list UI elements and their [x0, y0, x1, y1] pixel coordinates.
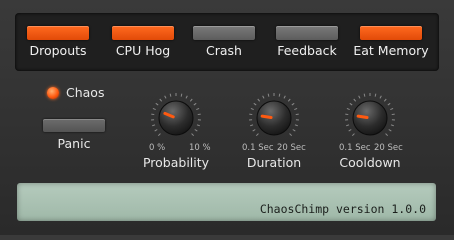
crash-toggle[interactable]	[193, 26, 255, 40]
knob-tick	[387, 102, 391, 106]
knob-tick	[348, 129, 352, 132]
knob-tick	[358, 95, 361, 99]
knob-tick	[363, 93, 366, 97]
cooldown-min-label: 0.1 Sec	[339, 143, 371, 153]
knob-tick	[250, 124, 254, 127]
knob-graphic	[151, 93, 201, 137]
knob-tick	[289, 133, 293, 137]
knob-tick	[383, 98, 387, 102]
panic-label: Panic	[57, 136, 91, 151]
duration-knob[interactable]	[244, 88, 304, 148]
knob-tick	[255, 133, 259, 137]
knob-tick	[152, 124, 156, 127]
knob-tick	[169, 93, 172, 97]
knob-tick	[374, 93, 377, 97]
knob-tick	[180, 93, 183, 97]
knob-tick	[283, 95, 286, 99]
cooldown-label: Cooldown	[339, 155, 401, 170]
knob-tick	[154, 129, 158, 132]
crash-label: Crash	[206, 43, 242, 58]
knob-body	[158, 100, 194, 136]
knob-tick	[346, 107, 350, 111]
knob-tick	[294, 107, 298, 111]
knob-tick	[193, 102, 197, 106]
chaos-label: Chaos	[66, 85, 105, 100]
knob-tick	[252, 129, 256, 132]
knob-tick	[379, 95, 382, 99]
knob-tick	[185, 95, 188, 99]
knob-tick	[278, 93, 281, 97]
knob-tick	[349, 102, 353, 106]
knob-tick	[291, 102, 295, 106]
knob-tick	[390, 124, 394, 127]
duration-min-label: 0.1 Sec	[242, 143, 274, 153]
knob-tick	[191, 133, 195, 137]
knob-body	[256, 100, 292, 136]
knob-indicator	[260, 114, 273, 120]
knob-tick	[388, 129, 392, 132]
knob-body	[352, 100, 388, 136]
eat-memory-toggle[interactable]	[360, 26, 422, 40]
cpu-hog-label: CPU Hog	[115, 43, 171, 58]
probability-max-label: 10 %	[189, 143, 211, 153]
dropouts-label: Dropouts	[29, 43, 87, 58]
knob-tick	[287, 98, 291, 102]
knob-tick	[385, 133, 389, 137]
panic-button[interactable]	[43, 119, 105, 132]
knob-tick	[292, 129, 296, 132]
knob-tick	[351, 133, 355, 137]
duration-max-label: 20 Sec	[277, 143, 306, 153]
cpu-hog-toggle[interactable]	[112, 26, 174, 40]
duration-label: Duration	[246, 155, 302, 170]
probability-label: Probability	[142, 155, 210, 170]
knob-tick	[346, 124, 350, 127]
knob-tick	[253, 102, 257, 106]
knob-graphic	[249, 93, 299, 137]
cooldown-max-label: 20 Sec	[374, 143, 403, 153]
knob-indicator	[356, 114, 369, 120]
knob-tick	[196, 124, 200, 127]
knob-tick	[294, 124, 298, 127]
knob-tick	[194, 129, 198, 132]
knob-tick	[267, 93, 270, 97]
dropouts-toggle[interactable]	[27, 26, 89, 40]
knob-tick	[155, 102, 159, 106]
feedback-label: Feedback	[277, 43, 337, 58]
chaos-chimp-window: { "toggles": [ {"label": "Dropouts", "st…	[0, 0, 454, 235]
knob-tick	[152, 107, 156, 111]
chaos-indicator-led[interactable]	[47, 87, 59, 99]
knob-tick	[189, 98, 193, 102]
knob-tick	[196, 107, 200, 111]
knob-tick	[159, 98, 163, 102]
probability-min-label: 0 %	[149, 143, 166, 153]
knob-tick	[262, 95, 265, 99]
knob-tick	[164, 95, 167, 99]
cooldown-knob[interactable]	[340, 88, 400, 148]
knob-tick	[257, 98, 261, 102]
feedback-toggle[interactable]	[276, 26, 338, 40]
knob-graphic	[345, 93, 395, 137]
probability-knob[interactable]	[146, 88, 206, 148]
knob-tick	[390, 107, 394, 111]
knob-tick	[353, 98, 357, 102]
eat-memory-label: Eat Memory	[353, 43, 429, 58]
chaos-type-panel: Dropouts CPU Hog Crash Feedback Eat Memo…	[15, 13, 439, 71]
knob-tick	[157, 133, 161, 137]
version-text: ChaosChimp version 1.0.0	[259, 202, 426, 216]
status-display: ChaosChimp version 1.0.0	[17, 183, 436, 221]
knob-tick	[250, 107, 254, 111]
